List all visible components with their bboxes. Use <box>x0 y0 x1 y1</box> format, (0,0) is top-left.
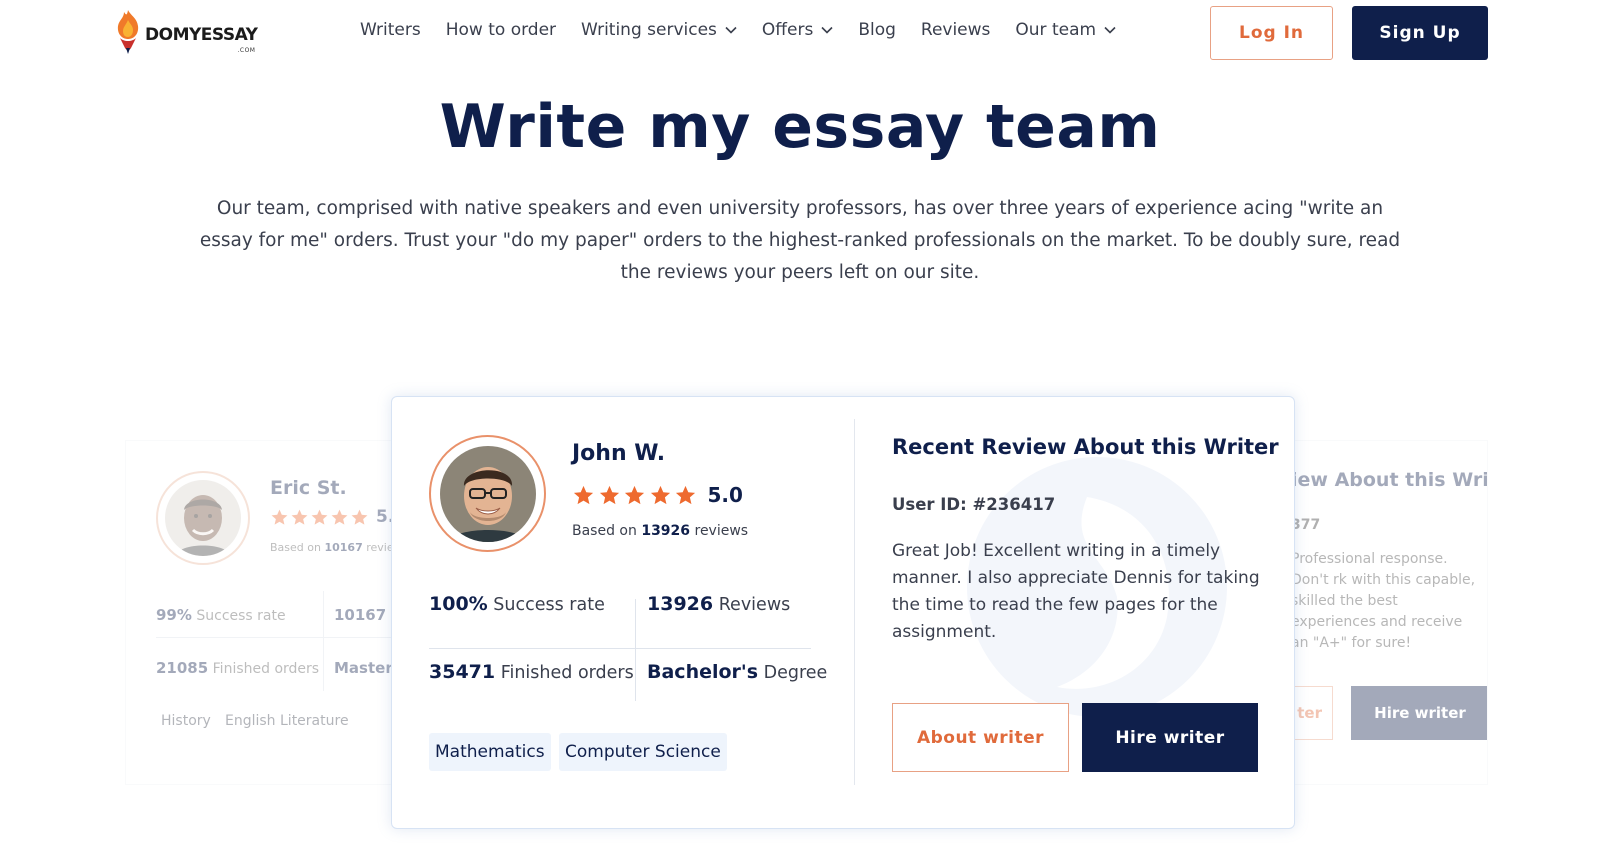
star-icon <box>650 485 670 504</box>
stats-divider <box>429 648 811 649</box>
logo-domain-suffix: .COM <box>237 47 256 54</box>
writer-card-next[interactable]: iew About this Writer 377 Professional r… <box>1290 440 1488 785</box>
about-writer-button[interactable]: About writer <box>892 703 1069 772</box>
writer-rating: 5.0 <box>270 507 394 527</box>
page-title: Write my essay team <box>439 92 1161 162</box>
star-icon <box>573 485 594 504</box>
subject-tag: History <box>161 713 211 729</box>
hire-writer-button[interactable]: Hire writer <box>1351 686 1487 740</box>
writer-avatar <box>156 471 250 565</box>
finished-orders-stat: 21085 Finished orders <box>156 659 320 677</box>
chevron-down-icon <box>821 26 833 34</box>
success-rate-stat: 99% Success rate <box>156 606 286 624</box>
nav-item-writing-services[interactable]: Writing services <box>581 20 737 40</box>
writer-rating: 5.0 <box>572 483 743 507</box>
nav-item-how-to-order[interactable]: How to order <box>446 20 556 40</box>
domyessay-logo[interactable]: DOMYESSAY .COM <box>115 8 258 54</box>
review-text: Great Job! Excellent writing in a timely… <box>892 541 1260 642</box>
star-icon <box>291 509 308 525</box>
review-section-title: Recent Review About this Writer <box>892 435 1279 459</box>
writer-avatar <box>429 435 546 552</box>
card-divider <box>854 419 855 785</box>
writer-photo-icon <box>165 480 241 556</box>
nav-item-writers[interactable]: Writers <box>360 20 421 40</box>
chevron-down-icon <box>1104 26 1116 34</box>
writer-photo-icon <box>439 445 536 542</box>
chevron-down-icon <box>725 26 737 34</box>
signup-button[interactable]: Sign Up <box>1352 6 1488 60</box>
hire-writer-button[interactable]: Hire writer <box>1082 703 1258 772</box>
writer-card-previous[interactable]: Eric St. 5.0 Based on 10167 revie 99% Su… <box>125 440 395 785</box>
login-button[interactable]: Log In <box>1210 6 1333 60</box>
reviews-stat: 10167 R <box>334 606 394 624</box>
nav-item-offers[interactable]: Offers <box>762 20 833 40</box>
nav-item-our-team[interactable]: Our team <box>1015 20 1116 40</box>
success-rate-stat: 100% Success rate <box>429 593 605 615</box>
review-user-id: 377 <box>1291 517 1321 533</box>
nav-item-reviews[interactable]: Reviews <box>921 20 991 40</box>
writer-name: John W. <box>572 441 666 466</box>
stats-divider <box>156 637 394 638</box>
star-icon <box>311 509 328 525</box>
reviews-stat: 13926 Reviews <box>647 593 791 615</box>
star-icon <box>675 485 696 504</box>
rating-value: 5.0 <box>707 483 743 507</box>
page-description: Our team, comprised with native speakers… <box>199 198 1401 283</box>
stats-divider <box>635 599 636 701</box>
star-icon <box>271 509 288 525</box>
about-writer-button[interactable]: ter <box>1291 686 1333 740</box>
review-text: Professional response. Don't rk with thi… <box>1291 551 1476 651</box>
star-icon <box>599 485 619 504</box>
review-section-title: iew About this Writer <box>1291 469 1488 491</box>
nav-item-blog[interactable]: Blog <box>858 20 896 40</box>
star-icon <box>351 509 368 525</box>
main-nav: Writers How to order Writing services Of… <box>360 20 1141 40</box>
degree-stat: Bachelor's Degree <box>647 661 828 683</box>
reviews-count-text: Based on 13926 reviews <box>572 523 749 539</box>
site-header: DOMYESSAY .COM Writers How to order Writ… <box>0 0 1600 66</box>
review-user-id: User ID: #236417 <box>892 495 1056 514</box>
degree-stat: Master' <box>334 659 395 677</box>
logo-wordmark: DOMYESSAY .COM <box>145 25 258 54</box>
star-icon <box>331 509 348 525</box>
subject-tag-computer-science: Computer Science <box>559 733 727 771</box>
subject-tag: English Literature <box>225 713 349 729</box>
writer-card-active: John W. 5.0 Based on 13926 reviews 100% … <box>391 396 1295 829</box>
reviews-count-text: Based on 10167 revie <box>270 541 394 554</box>
flame-logo-icon <box>117 10 139 54</box>
stats-divider <box>323 591 324 691</box>
writer-name: Eric St. <box>270 477 347 499</box>
finished-orders-stat: 35471 Finished orders <box>429 661 634 683</box>
star-icon <box>624 485 645 504</box>
subject-tag-mathematics: Mathematics <box>429 733 551 771</box>
